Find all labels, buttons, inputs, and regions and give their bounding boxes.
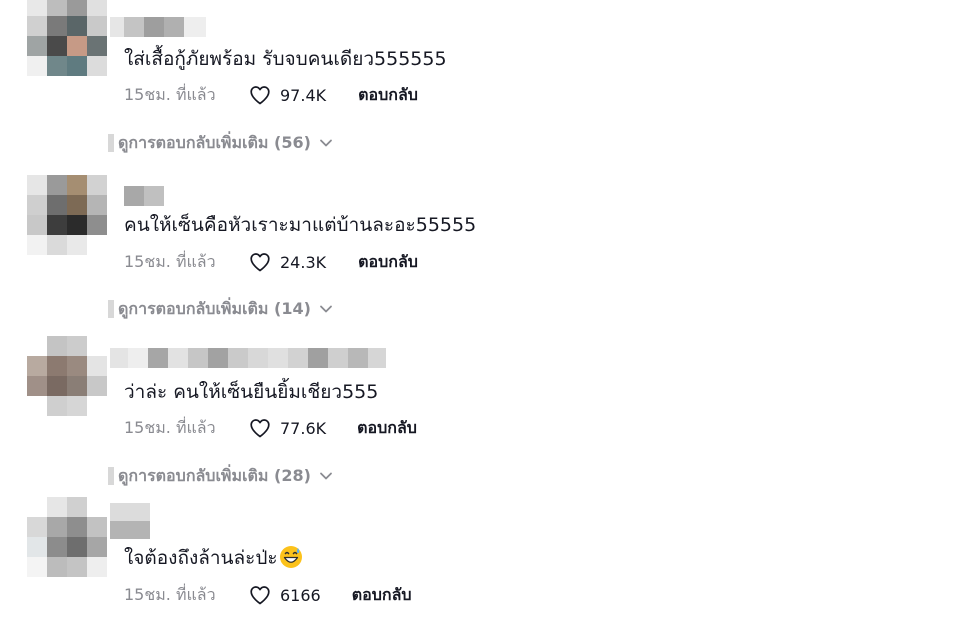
comment-text: คนให้เซ็นคือหัวเราะมาแต่บ้านละอะ55555: [124, 214, 477, 236]
replies-divider: [108, 134, 114, 152]
reply-button[interactable]: ตอบกลับ: [358, 250, 418, 275]
like-count: 24.3K: [280, 252, 327, 272]
comment-text: ใส่เสื้อกู้ภัยพร้อม รับจบคนเดียว555555: [124, 48, 447, 70]
username-redacted[interactable]: [110, 348, 386, 368]
like-count: 77.6K: [280, 418, 327, 438]
view-more-replies-button[interactable]: ดูการตอบกลับเพิ่มเติม (14): [108, 297, 333, 321]
avatar[interactable]: [27, 497, 107, 577]
grinning-sweat-emoji-icon: [279, 546, 302, 568]
comment-text: ใจต้องถึงล้านล่ะป่ะ: [124, 545, 303, 571]
chevron-down-icon: [319, 305, 332, 313]
comment-time: 15ชม. ที่แล้ว: [124, 251, 216, 271]
view-more-replies-button[interactable]: ดูการตอบกลับเพิ่มเติม (28): [108, 464, 333, 488]
username-redacted[interactable]: [110, 186, 164, 206]
view-more-replies-label: ดูการตอบกลับเพิ่มเติม (28): [118, 465, 311, 485]
like-count: 97.4K: [280, 85, 327, 105]
avatar[interactable]: [27, 336, 107, 416]
view-more-replies-label: ดูการตอบกลับเพิ่มเติม (56): [118, 132, 311, 152]
comment-meta: 15ชม. ที่แล้ว 24.3K ตอบกลับ: [124, 250, 418, 274]
comment-meta: 15ชม. ที่แล้ว 6166 ตอบกลับ: [124, 583, 412, 607]
like-button[interactable]: 77.6K: [248, 416, 326, 440]
avatar[interactable]: [27, 0, 107, 76]
comment-text-body: ใจต้องถึงล้านล่ะป่ะ: [124, 547, 278, 569]
reply-button[interactable]: ตอบกลับ: [357, 416, 417, 441]
reply-button[interactable]: ตอบกลับ: [352, 583, 412, 608]
heart-icon[interactable]: [248, 583, 272, 607]
chevron-down-icon: [319, 472, 332, 480]
comment-meta: 15ชม. ที่แล้ว 97.4K ตอบกลับ: [124, 83, 418, 107]
avatar[interactable]: [27, 175, 107, 255]
like-button[interactable]: 6166: [248, 583, 321, 607]
comment-time: 15ชม. ที่แล้ว: [124, 417, 216, 437]
replies-divider: [108, 300, 114, 318]
view-more-replies-label: ดูการตอบกลับเพิ่มเติม (14): [118, 298, 311, 318]
heart-icon[interactable]: [248, 250, 272, 274]
replies-divider: [108, 467, 114, 485]
heart-icon[interactable]: [248, 416, 272, 440]
chevron-down-icon: [319, 139, 332, 147]
comment-text: ว่าล่ะ คนให้เซ็นยืนยิ้มเชียว555: [124, 381, 379, 403]
like-button[interactable]: 97.4K: [248, 83, 326, 107]
username-redacted[interactable]: [110, 503, 150, 539]
like-button[interactable]: 24.3K: [248, 250, 326, 274]
username-redacted[interactable]: [110, 17, 206, 37]
comment-time: 15ชม. ที่แล้ว: [124, 84, 216, 104]
heart-icon[interactable]: [248, 83, 272, 107]
comment-time: 15ชม. ที่แล้ว: [124, 584, 216, 604]
comment-meta: 15ชม. ที่แล้ว 77.6K ตอบกลับ: [124, 416, 417, 440]
like-count: 6166: [280, 585, 321, 605]
view-more-replies-button[interactable]: ดูการตอบกลับเพิ่มเติม (56): [108, 131, 333, 155]
reply-button[interactable]: ตอบกลับ: [358, 83, 418, 108]
